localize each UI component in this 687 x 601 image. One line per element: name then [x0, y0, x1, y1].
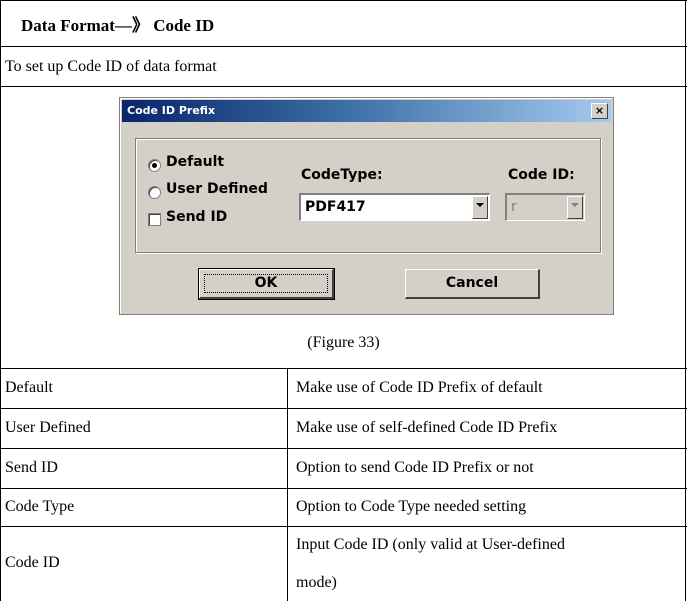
table-cell-name: Code ID [5, 554, 60, 571]
table-cell-desc: Option to send Code ID Prefix or not [296, 459, 534, 476]
table-border-left [0, 0, 1, 601]
code-id-dropdown-button[interactable] [567, 196, 583, 219]
code-type-select[interactable]: PDF417 [299, 193, 490, 221]
table-cell-name: Default [5, 379, 53, 396]
radio-user-defined[interactable] [148, 186, 161, 199]
close-icon: × [594, 104, 605, 117]
options-group: Default User Defined Send ID CodeType: P… [135, 138, 601, 253]
chevron-down-icon [571, 203, 579, 207]
table-border-right [685, 0, 686, 601]
table-cell-name: Send ID [5, 459, 58, 476]
code-type-label: CodeType: [301, 167, 383, 183]
cancel-button[interactable]: Cancel [405, 269, 540, 299]
table-cell-name: User Defined [5, 419, 91, 436]
radio-selected-dot [152, 163, 157, 168]
table-divider [0, 368, 687, 369]
table-cell-name: Code Type [5, 498, 75, 515]
table-column-divider [287, 368, 288, 601]
code-type-dropdown-button[interactable] [472, 196, 488, 219]
table-cell-desc-line1: Input Code ID (only valid at User-define… [296, 536, 565, 553]
radio-default-label: Default [166, 154, 225, 170]
code-id-label: Code ID: [508, 167, 575, 183]
dialog-title: Code ID Prefix [127, 104, 216, 117]
section-title: Data Format—》 Code ID [21, 16, 215, 35]
table-divider [0, 408, 687, 409]
code-id-prefix-dialog: Code ID Prefix × Default User Defined Se… [119, 97, 614, 315]
close-button[interactable]: × [591, 103, 608, 119]
focus-rectangle [204, 274, 328, 293]
send-id-checkbox[interactable] [148, 213, 161, 226]
radio-user-defined-label: User Defined [166, 181, 268, 197]
ok-button[interactable]: OK [198, 268, 335, 300]
table-cell-desc: Make use of Code ID Prefix of default [296, 379, 543, 396]
figure-caption: (Figure 33) [307, 334, 380, 351]
table-divider [0, 46, 687, 47]
code-id-value: r [511, 199, 517, 215]
dialog-titlebar: Code ID Prefix × [122, 100, 611, 122]
section-subtitle: To set up Code ID of data format [5, 58, 217, 75]
code-type-value: PDF417 [305, 199, 366, 215]
code-id-select[interactable]: r [505, 193, 585, 221]
send-id-label: Send ID [166, 209, 228, 225]
table-divider [0, 488, 687, 489]
table-cell-desc: Option to Code Type needed setting [296, 498, 527, 515]
table-cell-desc-line2: mode) [296, 574, 337, 591]
table-divider [0, 526, 687, 527]
table-cell-desc: Make use of self-defined Code ID Prefix [296, 419, 558, 436]
table-divider [0, 86, 687, 87]
cancel-button-label: Cancel [445, 275, 499, 291]
radio-default[interactable] [148, 159, 161, 172]
document-table: Data Format—》 Code ID To set up Code ID … [0, 0, 687, 601]
table-border-top [0, 0, 687, 1]
chevron-down-icon [476, 203, 484, 207]
table-divider [0, 448, 687, 449]
